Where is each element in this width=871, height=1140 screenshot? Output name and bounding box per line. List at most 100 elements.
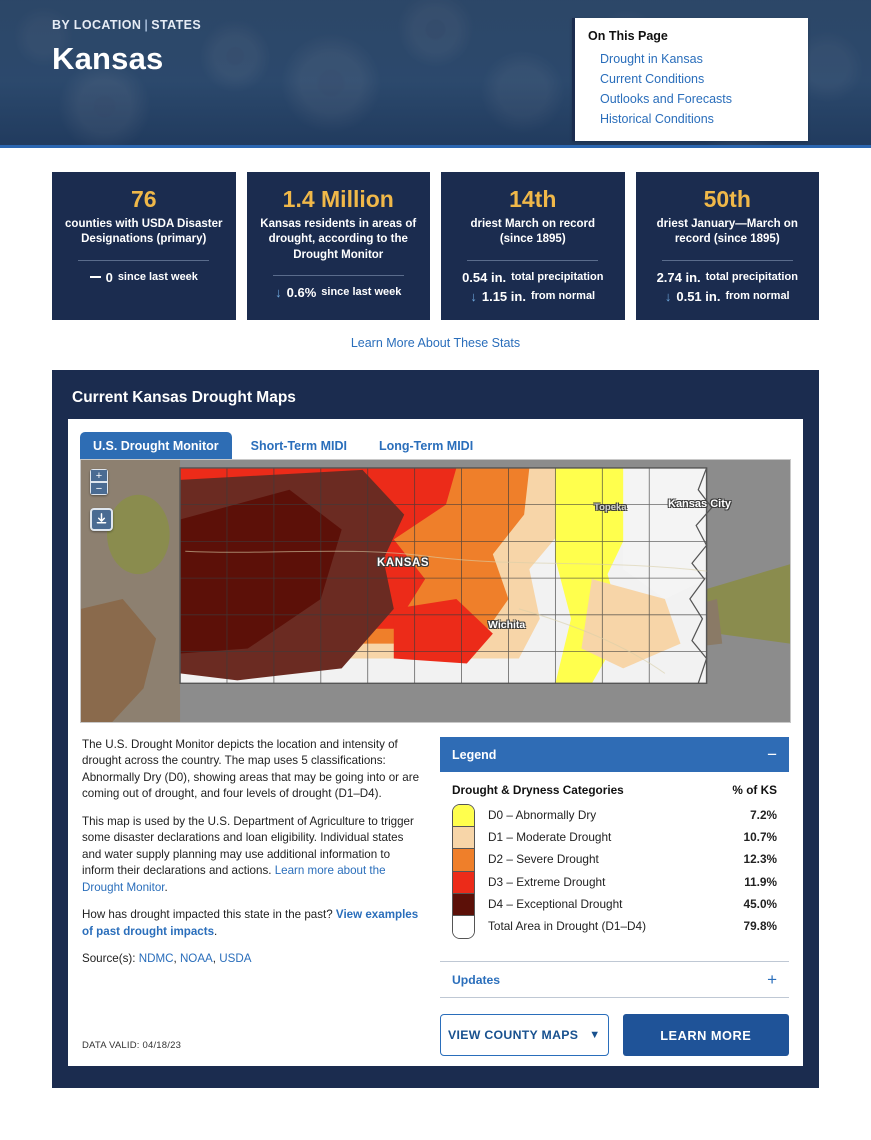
- map-city-label-wichita: Wichita: [488, 619, 526, 631]
- drought-monitor-map[interactable]: + − KANSAS Topeka Wichita Kansas City: [80, 459, 791, 723]
- source-link-ndmc[interactable]: NDMC: [139, 952, 174, 965]
- stat-label: Kansas residents in areas of drought, ac…: [260, 218, 417, 261]
- stat-cards-row: 76 counties with USDA Disaster Designati…: [0, 148, 871, 320]
- source-link-usda[interactable]: USDA: [219, 952, 251, 965]
- stat-card-usda-disaster-designations: 76 counties with USDA Disaster Designati…: [52, 172, 236, 320]
- learn-more-about-stats-link[interactable]: Learn More About These Stats: [351, 336, 520, 350]
- paragraph-2-period: .: [164, 880, 168, 894]
- on-this-page-link-drought-in-kansas[interactable]: Drought in Kansas: [588, 49, 794, 69]
- legend-header[interactable]: Legend −: [440, 737, 789, 772]
- map-city-label-kansas-city: Kansas City: [668, 498, 731, 510]
- legend-percent: 45.0%: [743, 896, 777, 911]
- stat-value: 14th: [509, 186, 557, 212]
- breadcrumb-separator: |: [144, 18, 149, 32]
- breadcrumb-states[interactable]: STATES: [151, 18, 201, 32]
- paragraph-3-text: How has drought impacted this state in t…: [82, 908, 336, 922]
- chevron-down-icon: ▼: [589, 1029, 601, 1042]
- legend-row-d0: D0 – Abnormally Dry 7.2%: [488, 804, 777, 826]
- stat-card-driest-january-march: 50th driest January—March on record (sin…: [635, 172, 819, 320]
- page-hero: BY LOCATION | STATES Kansas On This Page D…: [0, 0, 871, 148]
- paragraph-3-period: .: [214, 924, 218, 938]
- stat-departure-row: ↓ 1.15 in. from normal: [470, 289, 595, 304]
- zoom-in-button[interactable]: +: [90, 469, 108, 482]
- legend-percent: 79.8%: [743, 919, 777, 934]
- no-change-dash-icon: [89, 276, 101, 279]
- stat-trend-row: 0 since last week: [89, 269, 198, 285]
- map-panel: U.S. Drought Monitor Short-Term MIDI Lon…: [68, 419, 803, 1067]
- stat-precip-value: 2.74 in.: [656, 269, 701, 285]
- legend-label: D4 – Exceptional Drought: [488, 896, 623, 911]
- tab-short-term-midi[interactable]: Short-Term MIDI: [238, 432, 360, 459]
- legend-percent: 12.3%: [743, 852, 777, 867]
- legend-rows: D0 – Abnormally Dry 7.2% D1 – Moderate D…: [452, 804, 777, 940]
- divider: [661, 259, 793, 261]
- current-drought-maps-card: Current Kansas Drought Maps U.S. Drought…: [52, 370, 819, 1089]
- stat-trend-value: 0: [105, 269, 113, 285]
- map-tabs: U.S. Drought Monitor Short-Term MIDI Lon…: [80, 429, 791, 459]
- legend-row-d3: D3 – Extreme Drought 11.9%: [488, 871, 777, 893]
- legend-row-d4: D4 – Exceptional Drought 45.0%: [488, 893, 777, 915]
- source-link-noaa[interactable]: NOAA: [180, 952, 213, 965]
- updates-accordion[interactable]: Updates +: [440, 961, 789, 999]
- stat-value: 76: [130, 186, 157, 212]
- description-paragraph-1: The U.S. Drought Monitor depicts the loc…: [82, 738, 420, 801]
- legend-swatch-d0: [453, 805, 474, 828]
- breadcrumb-by-location[interactable]: BY LOCATION: [52, 18, 141, 32]
- legend-percent: 11.9%: [744, 874, 777, 889]
- hero-bottom-rule: [0, 145, 871, 148]
- learn-more-label: LEARN MORE: [660, 1027, 752, 1043]
- stat-card-residents-in-drought: 1.4 Million Kansas residents in areas of…: [246, 172, 430, 320]
- legend-row-total: Total Area in Drought (D1–D4) 79.8%: [488, 915, 777, 937]
- learn-more-stats-row: Learn More About These Stats: [0, 320, 871, 352]
- legend-label: D0 – Abnormally Dry: [488, 808, 597, 823]
- on-this-page-box: On This Page Drought in Kansas Current C…: [572, 18, 808, 141]
- stat-departure-caption: from normal: [725, 290, 790, 303]
- arrow-down-icon: ↓: [664, 288, 672, 304]
- map-city-label-topeka: Topeka: [594, 502, 627, 513]
- sources-label: Source(s):: [82, 951, 139, 965]
- legend-label: Total Area in Drought (D1–D4): [488, 919, 647, 934]
- stat-precip-row: 2.74 in. total precipitation: [657, 270, 798, 285]
- on-this-page-link-current-conditions[interactable]: Current Conditions: [588, 69, 794, 89]
- card-title: Current Kansas Drought Maps: [72, 389, 296, 406]
- stat-precip-value: 0.54 in.: [462, 269, 507, 285]
- stat-precip-row: 0.54 in. total precipitation: [462, 270, 603, 285]
- view-county-maps-button[interactable]: VIEW COUNTY MAPS ▼: [440, 1014, 609, 1057]
- legend-row-d2: D2 – Severe Drought 12.3%: [488, 848, 777, 870]
- legend-label: D2 – Severe Drought: [488, 852, 599, 867]
- divider: [272, 274, 404, 276]
- map-state-label-kansas: KANSAS: [377, 557, 430, 569]
- stat-departure-caption: from normal: [530, 290, 596, 303]
- map-download-button[interactable]: [90, 508, 113, 531]
- legend-label: D1 – Moderate Drought: [488, 830, 612, 845]
- tab-us-drought-monitor[interactable]: U.S. Drought Monitor: [80, 432, 232, 459]
- stat-departure-value: 0.51 in.: [676, 288, 721, 304]
- stat-departure-value: 1.15 in.: [481, 288, 526, 304]
- legend-swatch-d4: [453, 893, 474, 916]
- stat-trend-value: 0.6%: [286, 284, 317, 300]
- stat-trend-caption: since last week: [321, 286, 402, 299]
- stat-value: 1.4 Million: [282, 186, 394, 212]
- stat-precip-caption: total precipitation: [705, 271, 798, 284]
- action-buttons: VIEW COUNTY MAPS ▼ LEARN MORE: [440, 1014, 789, 1057]
- legend-category-header: Drought & Dryness Categories: [452, 783, 624, 797]
- stat-label: driest March on record (since 1895): [470, 218, 596, 246]
- view-county-maps-label: VIEW COUNTY MAPS: [448, 1028, 579, 1043]
- legend-row-d1: D1 – Moderate Drought 10.7%: [488, 826, 777, 848]
- tab-long-term-midi[interactable]: Long-Term MIDI: [366, 432, 486, 459]
- stat-trend-caption: since last week: [117, 271, 198, 284]
- plus-icon[interactable]: +: [767, 971, 777, 988]
- map-zoom-controls[interactable]: + −: [90, 469, 108, 495]
- stat-label: counties with USDA Disaster Designations…: [65, 218, 223, 246]
- learn-more-button[interactable]: LEARN MORE: [622, 1014, 789, 1057]
- legend-collapse-icon[interactable]: −: [767, 746, 777, 763]
- legend-percent: 7.2%: [750, 808, 777, 823]
- on-this-page-title: On This Page: [588, 29, 668, 43]
- on-this-page-link-outlooks-and-forecasts[interactable]: Outlooks and Forecasts: [588, 89, 794, 109]
- legend-swatch-total: [453, 915, 474, 939]
- stat-label: driest January—March on record (since 18…: [656, 218, 798, 246]
- stat-value: 50th: [703, 186, 751, 212]
- zoom-out-button[interactable]: −: [90, 482, 108, 495]
- on-this-page-link-historical-conditions[interactable]: Historical Conditions: [588, 109, 794, 129]
- legend-column: Legend − Drought & Dryness Categories % …: [440, 737, 789, 1057]
